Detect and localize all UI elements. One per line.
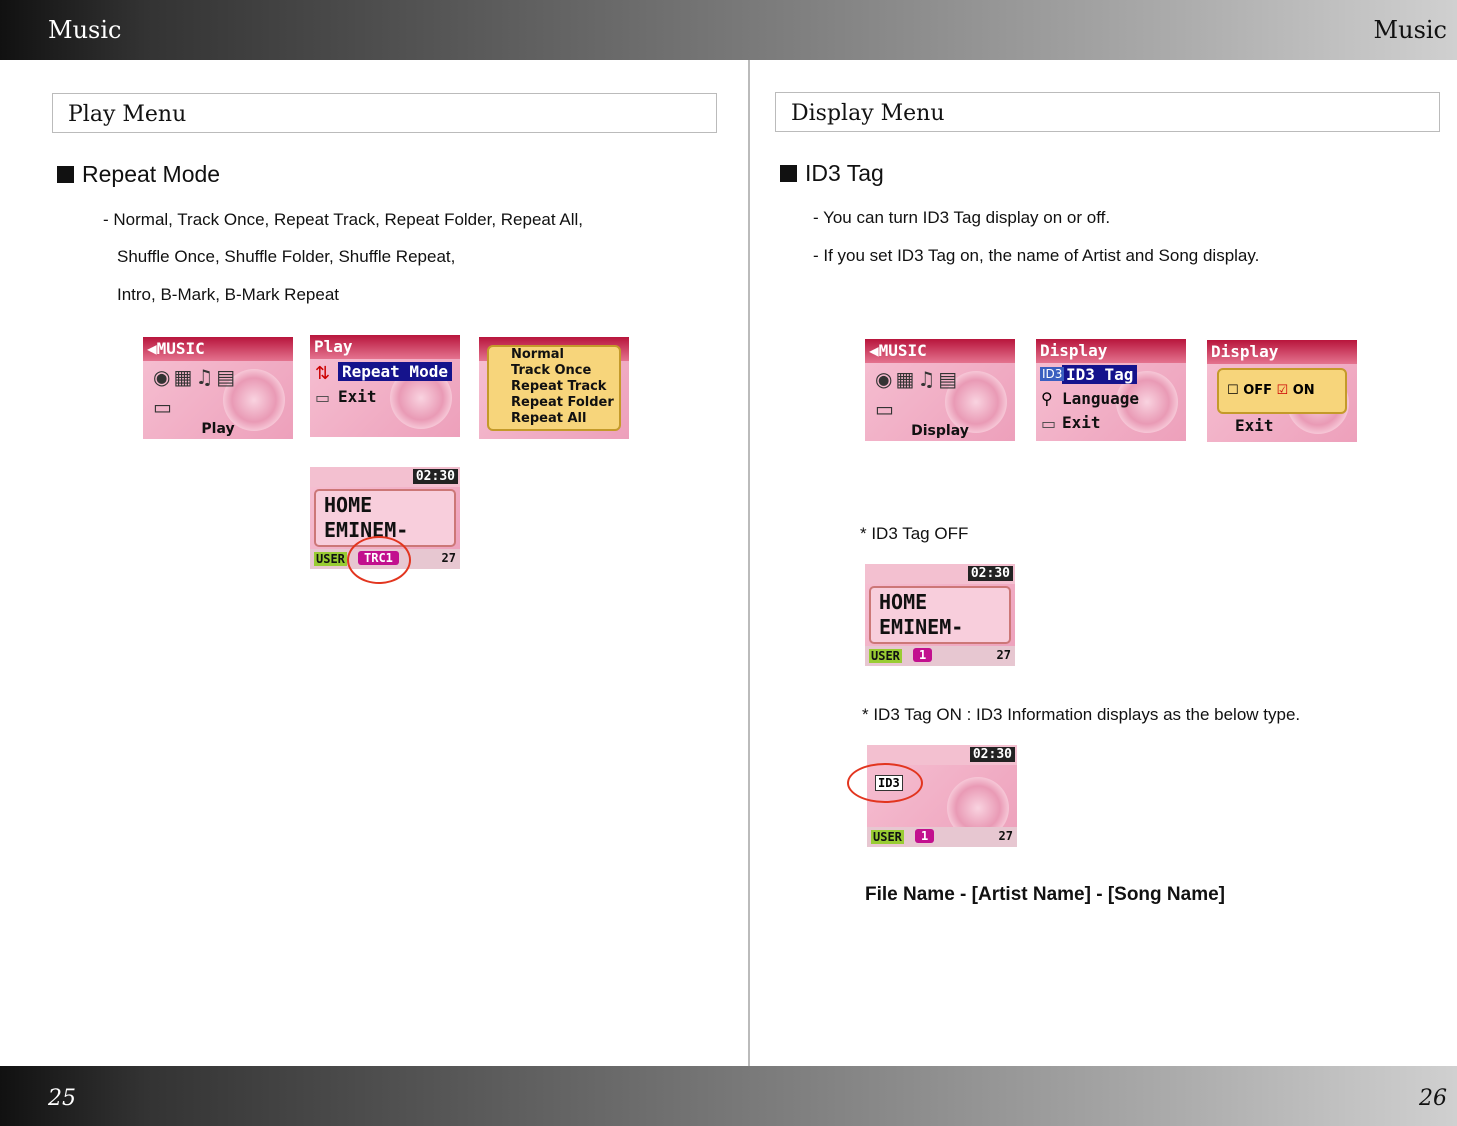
eq-user-badge: USER bbox=[869, 649, 902, 663]
screen-play-menu: Play Repeat Mode Exit ⇅ ▭ bbox=[310, 335, 460, 437]
eq-user-badge: USER bbox=[314, 552, 347, 566]
caption-id3-on: * ID3 Tag ON : ID3 Information displays … bbox=[862, 705, 1301, 724]
header-left-title: Music bbox=[48, 16, 122, 44]
text-line: - Normal, Track Once, Repeat Track, Repe… bbox=[103, 210, 583, 229]
screen-player-id3-off: 02:30 HOME EMINEM- USER 1 27 bbox=[865, 564, 1015, 666]
exit-icon: ▭ bbox=[875, 397, 897, 421]
artist-name: EMINEM- bbox=[879, 615, 964, 639]
screen-title: Display bbox=[1207, 340, 1357, 364]
heading-text: Repeat Mode bbox=[82, 161, 221, 187]
menu-icons: ◉▦♫▤ bbox=[153, 365, 239, 389]
exit-icon: ▭ bbox=[153, 395, 175, 419]
file-name-format: File Name - [Artist Name] - [Song Name] bbox=[865, 884, 1225, 905]
option-repeat-track: Repeat Track bbox=[511, 379, 607, 394]
repeat-icon: ⇅ bbox=[315, 363, 331, 384]
options-popup: Normal Track Once Repeat Track Repeat Fo… bbox=[487, 345, 621, 431]
volume-level: 27 bbox=[996, 648, 1011, 662]
volume-level: 27 bbox=[998, 829, 1013, 843]
status-row: 02:30 bbox=[865, 564, 1015, 584]
screen-title: ◀​MUSIC bbox=[865, 339, 1015, 363]
status-row: 02:30 bbox=[310, 467, 460, 487]
toggle-off-label: OFF bbox=[1243, 383, 1272, 398]
clock: 02:30 bbox=[967, 566, 1013, 581]
folder-name: HOME bbox=[879, 590, 928, 614]
clock: 02:30 bbox=[412, 469, 458, 484]
footer-bar: 25 26 bbox=[0, 1066, 1457, 1126]
screen-label: Display bbox=[911, 423, 969, 439]
screen-display-menu: Display ID3 Tag Language Exit ID3 ⚲ ▭ bbox=[1036, 339, 1186, 441]
bottom-row: USER 1 27 bbox=[867, 827, 1017, 847]
repeat-mode-badge: 1 bbox=[913, 648, 933, 662]
screen-title: ◀​MUSIC bbox=[143, 337, 293, 361]
eq-user-badge: USER bbox=[871, 830, 904, 844]
caption-id3-off: * ID3 Tag OFF bbox=[860, 524, 969, 543]
screen-music-menu: ◀​MUSIC ◉▦♫▤ ▭ Display bbox=[865, 339, 1015, 441]
info-panel: HOME EMINEM- bbox=[869, 586, 1011, 644]
exit-icon: ▭ bbox=[1041, 414, 1057, 433]
page-number-left: 25 bbox=[48, 1086, 76, 1111]
header-bar: Music Music bbox=[0, 0, 1457, 60]
heading-text: ID3 Tag bbox=[805, 160, 884, 186]
highlight-circle bbox=[347, 536, 411, 584]
menu-item-language: Language bbox=[1062, 389, 1140, 408]
checkbox-on-icon: ☑ bbox=[1276, 383, 1289, 398]
page-number-right: 26 bbox=[1419, 1086, 1447, 1111]
id3-icon: ID3 bbox=[1040, 367, 1065, 381]
screen-title: Play bbox=[310, 335, 460, 359]
bottom-row: USER 1 27 bbox=[865, 646, 1015, 666]
toggle-on-label: ON bbox=[1292, 383, 1315, 398]
page-divider bbox=[748, 60, 750, 1066]
screen-label: Play bbox=[201, 421, 235, 437]
menu-item-exit: Exit bbox=[1062, 413, 1101, 432]
text-line: - If you set ID3 Tag on, the name of Art… bbox=[813, 246, 1260, 265]
folder-name: HOME bbox=[324, 493, 373, 517]
status-row: 02:30 bbox=[867, 745, 1017, 765]
option-repeat-all: Repeat All bbox=[511, 411, 587, 426]
volume-level: 27 bbox=[441, 551, 456, 565]
section-title: Play Menu bbox=[68, 102, 187, 127]
section-title: Display Menu bbox=[791, 101, 945, 126]
menu-icons: ◉▦♫▤ bbox=[875, 367, 961, 391]
exit-icon: ▭ bbox=[315, 388, 331, 407]
text-line: Intro, B-Mark, B-Mark Repeat bbox=[117, 285, 340, 304]
menu-item-exit: Exit bbox=[338, 387, 377, 406]
text-line: - You can turn ID3 Tag display on or off… bbox=[813, 208, 1111, 227]
bullet-square-icon bbox=[780, 165, 797, 182]
header-right-title: Music bbox=[1373, 16, 1447, 44]
option-track-once: Track Once bbox=[511, 363, 592, 378]
magnifier-icon: ⚲ bbox=[1041, 389, 1053, 408]
highlight-circle bbox=[847, 763, 923, 803]
heading-id3-tag: ID3 Tag bbox=[780, 160, 884, 187]
clock: 02:30 bbox=[969, 747, 1015, 762]
option-repeat-folder: Repeat Folder bbox=[511, 395, 614, 410]
menu-item-id3-tag: ID3 Tag bbox=[1062, 365, 1138, 384]
heading-repeat-mode: Repeat Mode bbox=[57, 161, 220, 188]
screen-repeat-options: Normal Track Once Repeat Track Repeat Fo… bbox=[479, 337, 629, 439]
menu-item-exit: Exit bbox=[1235, 416, 1274, 435]
screen-title: Display bbox=[1036, 339, 1186, 363]
menu-item-repeat-mode: Repeat Mode bbox=[338, 362, 452, 381]
option-normal: Normal bbox=[511, 347, 564, 362]
toggle-popup: ☐ OFF ☑ ON bbox=[1217, 368, 1347, 414]
screen-music-menu: ◀​MUSIC ◉▦♫▤ ▭ Play bbox=[143, 337, 293, 439]
checkbox-off-icon: ☐ bbox=[1227, 383, 1239, 398]
bullet-square-icon bbox=[57, 166, 74, 183]
screen-id3-toggle: Display ☐ OFF ☑ ON Exit bbox=[1207, 340, 1357, 442]
section-box-display-menu: Display Menu bbox=[775, 92, 1440, 132]
repeat-mode-badge: 1 bbox=[915, 829, 935, 843]
text-line: Shuffle Once, Shuffle Folder, Shuffle Re… bbox=[117, 247, 456, 266]
section-box-play-menu: Play Menu bbox=[52, 93, 717, 133]
